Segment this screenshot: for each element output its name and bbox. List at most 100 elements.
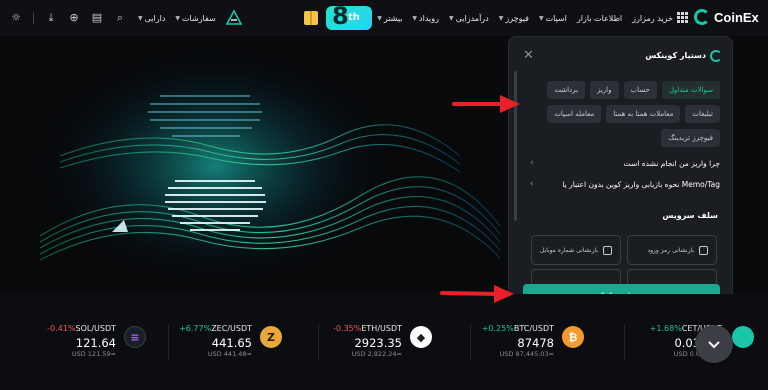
user-menu: سفارشات ▼ دارایی ▼ <box>138 0 242 36</box>
eth-coin-icon: ◆ <box>410 326 432 348</box>
nav-orders[interactable]: سفارشات ▼ <box>175 14 215 23</box>
message-icon[interactable]: ▤ <box>91 12 103 24</box>
faq-text: نحوه بازیابی واریز کوین بدون اعتبار یا M… <box>562 179 720 189</box>
gift-icon[interactable] <box>304 11 318 25</box>
chevron-down-icon: ▼ <box>412 14 418 22</box>
theme-toggle-icon[interactable]: ☼ <box>10 12 22 24</box>
assistant-header: ✕ دستیار کوینکس <box>509 37 732 77</box>
service-label: بازنشانی شماره موبایل <box>539 246 598 254</box>
ticker-usd: USD 441.48≈ <box>207 350 252 358</box>
ticker-price: 2923.35 <box>354 336 402 350</box>
apps-grid-icon[interactable] <box>677 12 688 23</box>
ticker-change: -0.41% <box>47 324 76 333</box>
chip-promotions[interactable]: تبلیغات <box>685 105 720 123</box>
nav-orders-label: سفارشات <box>182 13 216 23</box>
nav-earn[interactable]: درآمدزایی ▼ <box>449 14 489 23</box>
anniversary-artwork <box>35 46 501 286</box>
chip-faq[interactable]: سوالات متداول <box>661 81 720 99</box>
coinex-logo-icon <box>710 50 722 62</box>
ticker-price: 121.64 <box>75 336 116 350</box>
reset-password-button[interactable]: بازنشانی رمز ورود <box>627 235 717 265</box>
brand-logo[interactable]: CoinEx <box>694 9 759 25</box>
ticker-price: 87478 <box>517 336 554 350</box>
nav-events[interactable]: رویداد ▼ <box>412 14 439 23</box>
chevron-down-icon: ▼ <box>138 14 143 22</box>
nav-label: رویداد <box>419 13 439 23</box>
faq-item[interactable]: ‹ چرا واریز من انجام نشده است <box>530 155 720 171</box>
nav-spot[interactable]: اسپات ▼ <box>539 14 567 23</box>
top-navigation: ☼ ⤓ ⊕ ▤ ⌕ سفارشات ▼ دارایی ▼ 8 th خرید رمز… <box>0 0 768 36</box>
chip-p2p[interactable]: معاملات همتا به همتا <box>606 105 681 123</box>
scroll-down-button[interactable] <box>695 325 733 363</box>
ticker-cet[interactable]: +1.68%CET/USDT 0.03599 USD 0.03599≈ <box>600 320 768 380</box>
chip-spot-trading[interactable]: معامله اسپات <box>547 105 602 123</box>
reset-phone-button[interactable]: بازنشانی شماره موبایل <box>531 235 621 265</box>
nav-futures[interactable]: فیوچرز ▼ <box>499 14 529 23</box>
ticker-change: +6.77% <box>179 324 212 333</box>
chevron-down-icon: ▼ <box>175 14 181 22</box>
ticker-pair: -0.35%ETH/USDT <box>333 324 402 333</box>
assistant-title: دستیار کوینکس <box>645 51 706 60</box>
ticker-zec[interactable]: +6.77%ZEC/USDT 441.65 USD 441.48≈ Z <box>136 320 296 380</box>
brand-name: CoinEx <box>714 9 759 25</box>
cet-coin-icon <box>732 326 754 348</box>
download-icon[interactable]: ⤓ <box>45 12 57 24</box>
ticker-pair: +0.25%BTC/USDT <box>482 324 554 333</box>
self-service-title: سلف سرویس <box>662 211 718 220</box>
ticker-pair: -0.41%SOL/USDT <box>47 324 116 333</box>
nav-buy-crypto[interactable]: خرید رمزارز <box>632 14 673 23</box>
faq-item[interactable]: ‹ نحوه بازیابی واریز کوین بدون اعتبار یا… <box>530 176 720 192</box>
ticker-symbol: ETH/USDT <box>361 324 402 333</box>
chevron-left-icon: ‹ <box>530 179 534 189</box>
nav-label: اطلاعات بازار <box>576 13 623 23</box>
coinex-logo-icon <box>694 9 710 25</box>
chevron-down-icon: ▼ <box>538 14 544 22</box>
search-icon[interactable]: ⌕ <box>114 12 126 24</box>
nav-label: خرید رمزارز <box>632 13 673 23</box>
chevron-down-icon <box>708 341 720 349</box>
close-icon[interactable]: ✕ <box>523 49 534 63</box>
main-menu: خرید رمزارز اطلاعات بازار اسپات ▼ فیوچرز ▼… <box>377 0 673 36</box>
lock-icon <box>699 245 708 255</box>
chevron-down-icon: ▼ <box>498 14 504 22</box>
chip-account[interactable]: حساب <box>623 81 657 99</box>
service-label: بازنشانی رمز ورود <box>647 246 694 254</box>
btc-coin-icon: ₿ <box>562 326 584 348</box>
ticker-pair: +6.77%ZEC/USDT <box>179 324 252 333</box>
nav-market-info[interactable]: اطلاعات بازار <box>577 14 622 23</box>
ticker-usd: USD 87,445.03≈ <box>499 350 554 358</box>
nav-assets[interactable]: دارایی ▼ <box>138 14 165 23</box>
chip-deposit[interactable]: واریز <box>589 81 619 99</box>
anniversary-badge[interactable]: 8 th <box>326 6 372 30</box>
nav-label: درآمدزایی <box>455 13 489 23</box>
divider <box>33 12 34 24</box>
chip-withdraw[interactable]: برداشت <box>547 81 585 99</box>
coinex-page: ☼ ⤓ ⊕ ▤ ⌕ سفارشات ▼ دارایی ▼ 8 th خرید رمز… <box>0 0 768 390</box>
assistant-panel: ✕ دستیار کوینکس سوالات متداول حساب واریز… <box>508 36 733 320</box>
ticker-usd: USD 2,922.24≈ <box>351 350 402 358</box>
ticker-eth[interactable]: -0.35%ETH/USDT 2923.35 USD 2,922.24≈ ◆ <box>286 320 446 380</box>
account-icon[interactable] <box>225 10 242 26</box>
ticker-btc[interactable]: +0.25%BTC/USDT 87478 USD 87,445.03≈ ₿ <box>438 320 598 380</box>
utility-icons: ☼ ⤓ ⊕ ▤ ⌕ <box>10 0 126 36</box>
ticker-strip: -0.41%SOL/USDT 121.64 USD 121.59≈ ≡ +6.7… <box>0 294 768 390</box>
nav-label: فیوچرز <box>505 13 529 23</box>
ticker-symbol: ZEC/USDT <box>211 324 252 333</box>
nav-label: اسپات <box>545 13 567 23</box>
globe-icon[interactable]: ⊕ <box>68 12 80 24</box>
ticker-price: 441.65 <box>211 336 252 350</box>
ticker-symbol: BTC/USDT <box>513 324 554 333</box>
faq-text: چرا واریز من انجام نشده است <box>623 158 720 168</box>
ticker-change: +0.25% <box>481 324 514 333</box>
ticker-change: -0.35% <box>333 324 362 333</box>
ticker-usd: USD 121.59≈ <box>71 350 116 358</box>
chevron-down-icon: ▼ <box>377 14 382 22</box>
zec-coin-icon: Z <box>260 326 282 348</box>
nav-assets-label: دارایی <box>144 13 166 23</box>
ticker-change: +1.68% <box>649 324 682 333</box>
chip-futures-trading[interactable]: فیوچرز تریدینگ <box>661 129 720 147</box>
nav-label: بیشتر <box>383 13 403 23</box>
badge-suffix: th <box>348 12 360 23</box>
nav-more[interactable]: بیشتر ▼ <box>377 14 402 23</box>
promo-badges: 8 th <box>304 6 372 30</box>
